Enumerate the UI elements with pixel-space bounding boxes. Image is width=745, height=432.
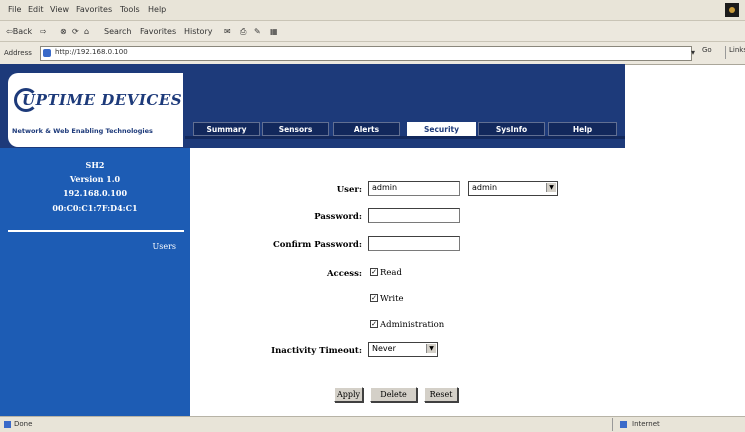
search-button[interactable]: Search bbox=[104, 27, 131, 36]
timeout-select[interactable]: Never ▼ bbox=[368, 342, 438, 357]
print-icon[interactable]: ⎙ bbox=[240, 27, 246, 37]
tab-underline bbox=[185, 136, 625, 139]
back-button[interactable]: ⇦Back bbox=[6, 27, 32, 36]
home-icon[interactable]: ⌂ bbox=[84, 27, 89, 36]
chevron-down-icon: ▼ bbox=[546, 183, 556, 192]
tab-summary[interactable]: Summary bbox=[193, 122, 260, 136]
forward-button[interactable]: ⇨ bbox=[40, 27, 47, 36]
confirm-password-input[interactable] bbox=[368, 236, 460, 251]
delete-button[interactable]: Delete bbox=[370, 387, 417, 402]
read-checkbox[interactable]: ✓ bbox=[370, 268, 378, 276]
password-input[interactable] bbox=[368, 208, 460, 223]
tab-sysinfo[interactable]: SysInfo bbox=[478, 122, 545, 136]
timeout-label: Inactivity Timeout: bbox=[271, 346, 362, 356]
stop-icon[interactable]: ⊗ bbox=[60, 27, 67, 36]
timeout-select-value: Never bbox=[372, 344, 396, 353]
chevron-down-icon: ▼ bbox=[426, 344, 436, 353]
user-label: User: bbox=[336, 185, 362, 195]
tab-alerts[interactable]: Alerts bbox=[333, 122, 400, 136]
device-mac: 00:C0:C1:7F:D4:C1 bbox=[52, 203, 138, 213]
zone-text: Internet bbox=[632, 420, 660, 428]
mail-icon[interactable]: ✉ bbox=[224, 27, 231, 36]
tab-security[interactable]: Security bbox=[407, 122, 476, 136]
status-bar: Done Internet bbox=[0, 416, 745, 432]
menu-help[interactable]: Help bbox=[148, 5, 166, 14]
tagline: Network & Web Enabling Technologies bbox=[12, 127, 153, 135]
menu-view[interactable]: View bbox=[50, 5, 69, 14]
status-divider bbox=[612, 418, 613, 431]
menu-file[interactable]: File bbox=[8, 5, 21, 14]
device-version: Version 1.0 bbox=[69, 174, 121, 184]
sidebar-divider bbox=[8, 230, 184, 232]
browser-toolbar: ⇦Back ⇨ ⊗ ⟳ ⌂ Search Favorites History ✉… bbox=[0, 21, 745, 42]
administration-checkbox[interactable]: ✓ bbox=[370, 320, 378, 328]
refresh-icon[interactable]: ⟳ bbox=[72, 27, 79, 36]
chevron-down-icon[interactable]: ▾ bbox=[691, 48, 695, 57]
administration-label: Administration bbox=[380, 320, 445, 330]
write-checkbox[interactable]: ✓ bbox=[370, 294, 378, 302]
device-name: SH2 bbox=[85, 160, 105, 170]
menu-edit[interactable]: Edit bbox=[28, 5, 44, 14]
discuss-icon[interactable]: ▦ bbox=[270, 27, 278, 36]
browser-menubar: File Edit View Favorites Tools Help bbox=[0, 0, 745, 21]
user-input[interactable]: admin bbox=[368, 181, 460, 196]
address-label: Address bbox=[4, 49, 32, 57]
device-ip: 192.168.0.100 bbox=[62, 188, 128, 198]
access-label: Access: bbox=[326, 269, 362, 279]
reset-button[interactable]: Reset bbox=[424, 387, 458, 402]
logo-panel bbox=[8, 73, 183, 147]
tab-sensors[interactable]: Sensors bbox=[262, 122, 329, 136]
address-bar: Address http://192.168.0.100 ▾ Go Links bbox=[0, 42, 745, 65]
address-value: http://192.168.0.100 bbox=[55, 48, 128, 56]
sidebar: SH2 Version 1.0 192.168.0.100 00:C0:C1:7… bbox=[0, 148, 190, 416]
page-done-icon bbox=[4, 421, 11, 428]
sidebar-item-users[interactable]: Users bbox=[0, 242, 176, 251]
logo-text: UPTIME DEVICES bbox=[22, 91, 183, 109]
internet-zone-icon bbox=[620, 421, 627, 428]
status-text: Done bbox=[14, 420, 33, 428]
user-select[interactable]: admin ▼ bbox=[468, 181, 558, 196]
apply-button[interactable]: Apply bbox=[334, 387, 363, 402]
user-select-value: admin bbox=[472, 183, 498, 192]
read-label: Read bbox=[380, 268, 402, 278]
tab-help[interactable]: Help bbox=[548, 122, 617, 136]
edit-icon[interactable]: ✎ bbox=[254, 27, 261, 36]
favorites-button[interactable]: Favorites bbox=[140, 27, 176, 36]
page-icon bbox=[43, 49, 51, 57]
menu-favorites[interactable]: Favorites bbox=[76, 5, 112, 14]
history-button[interactable]: History bbox=[184, 27, 212, 36]
links-button[interactable]: Links bbox=[725, 46, 745, 59]
address-input[interactable]: http://192.168.0.100 bbox=[40, 46, 692, 61]
menu-tools[interactable]: Tools bbox=[120, 5, 140, 14]
go-button[interactable]: Go bbox=[702, 46, 712, 54]
password-label: Password: bbox=[314, 212, 362, 222]
browser-logo-icon bbox=[725, 3, 739, 17]
write-label: Write bbox=[380, 294, 404, 304]
confirm-password-label: Confirm Password: bbox=[272, 240, 362, 250]
